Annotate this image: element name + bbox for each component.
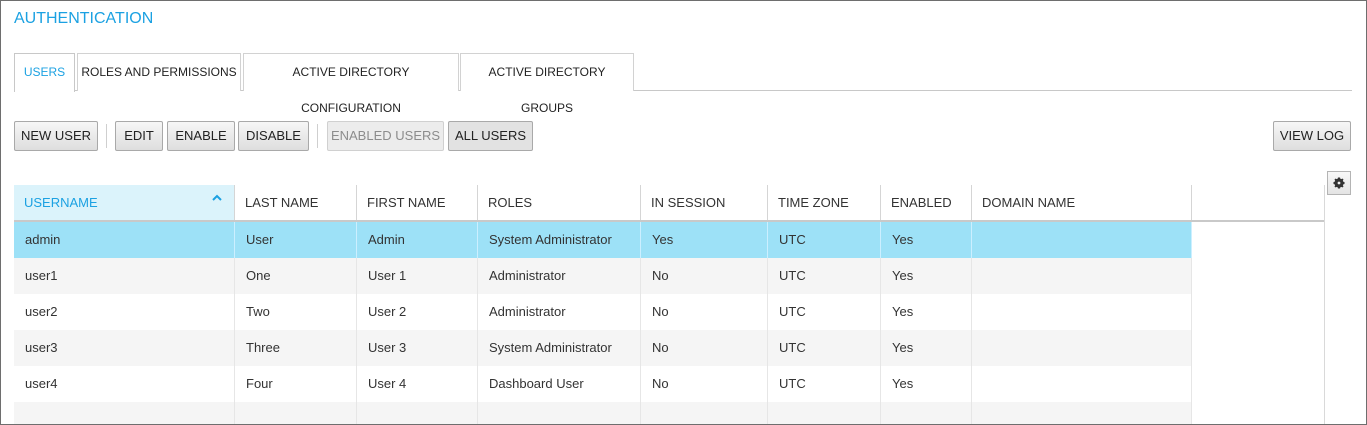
cell-roles: Administrator: [478, 258, 641, 294]
column-header-username[interactable]: USERNAME: [14, 185, 235, 220]
cell-domain-name: [972, 402, 1192, 424]
cell-time-zone: UTC: [768, 222, 881, 258]
cell-last-name: Two: [235, 294, 357, 330]
cell-last-name: Four: [235, 366, 357, 402]
column-header-last-name[interactable]: LAST NAME: [235, 185, 357, 220]
column-settings-button[interactable]: [1327, 171, 1351, 195]
cell-roles: Administrator: [478, 294, 641, 330]
tab-users[interactable]: USERS: [14, 53, 75, 92]
cell-enabled: Yes: [881, 258, 972, 294]
users-table: USERNAME LAST NAME FIRST NAME ROLES IN S…: [14, 185, 1325, 424]
enable-button[interactable]: ENABLE: [167, 121, 235, 151]
cell-time-zone: UTC: [768, 258, 881, 294]
enabled-users-filter-button[interactable]: ENABLED USERS: [327, 121, 444, 151]
cell-roles: Dashboard User: [478, 366, 641, 402]
cell-roles: [478, 402, 641, 424]
column-header-enabled[interactable]: ENABLED: [881, 185, 972, 220]
table-row[interactable]: user1 One User 1 Administrator No UTC Yes: [14, 258, 1324, 294]
authentication-window: AUTHENTICATION USERS ROLES AND PERMISSIO…: [0, 0, 1367, 425]
toolbar-separator: [106, 124, 107, 148]
edit-button[interactable]: EDIT: [115, 121, 163, 151]
sort-ascending-icon: [212, 194, 222, 201]
cell-last-name: User: [235, 222, 357, 258]
table-row[interactable]: user2 Two User 2 Administrator No UTC Yes: [14, 294, 1324, 330]
tab-roles-and-permissions[interactable]: ROLES AND PERMISSIONS: [77, 53, 241, 91]
toolbar-separator: [317, 124, 318, 148]
cell-roles: System Administrator: [478, 330, 641, 366]
cell-first-name: User 2: [357, 294, 478, 330]
all-users-filter-button[interactable]: ALL USERS: [448, 121, 533, 151]
cell-in-session: No: [641, 258, 768, 294]
cell-enabled: Yes: [881, 330, 972, 366]
disable-button[interactable]: DISABLE: [238, 121, 309, 151]
cell-first-name: User 4: [357, 366, 478, 402]
cell-time-zone: UTC: [768, 366, 881, 402]
cell-last-name: [235, 402, 357, 424]
cell-domain-name: [972, 366, 1192, 402]
cell-time-zone: [768, 402, 881, 424]
view-log-button[interactable]: VIEW LOG: [1273, 121, 1351, 151]
cell-in-session: [641, 402, 768, 424]
column-header-time-zone[interactable]: TIME ZONE: [768, 185, 881, 220]
tab-active-directory-groups[interactable]: ACTIVE DIRECTORY GROUPS: [460, 53, 634, 115]
cell-time-zone: UTC: [768, 294, 881, 330]
cell-domain-name: [972, 294, 1192, 330]
column-header-domain-name[interactable]: DOMAIN NAME: [972, 185, 1192, 220]
tab-bar: USERS ROLES AND PERMISSIONS ACTIVE DIREC…: [14, 53, 1352, 115]
cell-in-session: Yes: [641, 222, 768, 258]
cell-domain-name: [972, 330, 1192, 366]
column-header-in-session[interactable]: IN SESSION: [641, 185, 768, 220]
cell-enabled: Yes: [881, 366, 972, 402]
column-header-first-name[interactable]: FIRST NAME: [357, 185, 478, 220]
cell-first-name: Admin: [357, 222, 478, 258]
cell-time-zone: UTC: [768, 330, 881, 366]
cell-roles: System Administrator: [478, 222, 641, 258]
cell-domain-name: [972, 222, 1192, 258]
cell-enabled: [881, 402, 972, 424]
cell-in-session: No: [641, 330, 768, 366]
tab-active-directory-configuration[interactable]: ACTIVE DIRECTORY CONFIGURATION: [243, 53, 459, 115]
page-title: AUTHENTICATION: [14, 10, 154, 27]
new-user-button[interactable]: NEW USER: [14, 121, 98, 151]
cell-username: user2: [14, 294, 235, 330]
cell-first-name: [357, 402, 478, 424]
cell-enabled: Yes: [881, 222, 972, 258]
table-row[interactable]: user3 Three User 3 System Administrator No UT…: [14, 330, 1324, 366]
cell-in-session: No: [641, 366, 768, 402]
cell-first-name: User 1: [357, 258, 478, 294]
cell-domain-name: [972, 258, 1192, 294]
cell-username: user3: [14, 330, 235, 366]
table-header: USERNAME LAST NAME FIRST NAME ROLES IN S…: [14, 185, 1324, 222]
column-header-roles[interactable]: ROLES: [478, 185, 641, 220]
cell-username: user4: [14, 366, 235, 402]
table-row[interactable]: user4 Four User 4 Dashboard User No UTC Yes: [14, 366, 1324, 402]
cell-in-session: No: [641, 294, 768, 330]
cell-username: admin: [14, 222, 235, 258]
column-header-label: USERNAME: [24, 195, 98, 210]
cell-username: user1: [14, 258, 235, 294]
table-row[interactable]: admin User Admin System Administrator Yes UTC…: [14, 222, 1324, 258]
cell-last-name: One: [235, 258, 357, 294]
table-row[interactable]: [14, 402, 1324, 424]
cell-last-name: Three: [235, 330, 357, 366]
cell-username: [14, 402, 235, 424]
cell-enabled: Yes: [881, 294, 972, 330]
cell-first-name: User 3: [357, 330, 478, 366]
gear-icon: [1333, 177, 1345, 189]
